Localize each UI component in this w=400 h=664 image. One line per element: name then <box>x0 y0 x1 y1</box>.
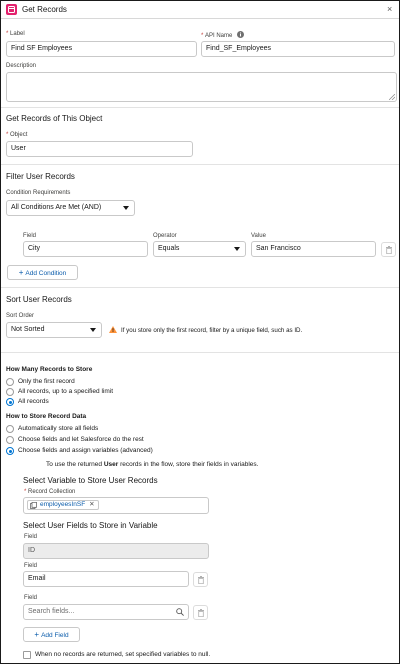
radio-auto-store[interactable] <box>6 425 14 433</box>
radio-assign-variables-label: Choose fields and assign variables (adva… <box>18 447 153 454</box>
object-input[interactable]: User <box>6 141 193 157</box>
store-how-title: How to Store Record Data <box>6 413 87 420</box>
collection-icon <box>30 502 37 509</box>
condition-requirements-select[interactable]: All Conditions Are Met (AND) <box>6 200 135 216</box>
panel-header: Get Records × <box>1 1 399 19</box>
section-divider <box>1 107 399 108</box>
radio-all-records[interactable] <box>6 398 14 406</box>
plus-icon: + <box>34 630 40 639</box>
chevron-down-icon <box>90 328 96 332</box>
close-icon[interactable]: × <box>387 4 392 14</box>
condition-field-input[interactable]: City <box>23 241 148 257</box>
trash-icon <box>198 576 204 584</box>
object-label: * Object <box>6 132 28 138</box>
delete-field-button[interactable] <box>193 572 208 587</box>
field-email-input[interactable]: Email <box>23 571 189 587</box>
condition-requirements-label: Condition Requirements <box>6 190 71 196</box>
record-collection-label: * Record Collection <box>24 489 76 495</box>
operator-column-label: Operator <box>153 233 177 239</box>
field-column-label: Field <box>23 233 37 239</box>
radio-records-limit-label: All records, up to a specified limit <box>18 388 114 395</box>
object-section-title: Get Records of This Object <box>6 114 103 123</box>
radio-all-records-label: All records <box>18 398 49 405</box>
label-input[interactable]: Find SF Employees <box>6 41 197 57</box>
null-variables-label: When no records are returned, set specif… <box>35 651 211 658</box>
variable-section-title: Select Variable to Store User Records <box>23 476 158 485</box>
sort-section-title: Sort User Records <box>6 295 72 304</box>
api-name-label: * API Name <box>201 31 245 39</box>
radio-choose-fields[interactable] <box>6 436 14 444</box>
info-icon <box>237 31 245 38</box>
field-label-2: Field <box>24 563 38 569</box>
section-divider <box>1 352 399 353</box>
trash-icon <box>386 246 392 254</box>
sort-warning-text: If you store only the first record, filt… <box>121 327 303 334</box>
radio-auto-store-label: Automatically store all fields <box>18 425 99 432</box>
field-label-3: Field <box>24 595 38 601</box>
radio-first-record[interactable] <box>6 378 14 386</box>
store-hint-text: To use the returned User records in the … <box>46 461 259 468</box>
delete-condition-button[interactable] <box>381 242 396 257</box>
get-records-panel: Get Records × * Label Find SF Employees … <box>0 0 400 664</box>
warning-icon <box>109 326 117 333</box>
condition-operator-select[interactable]: Equals <box>153 241 246 257</box>
null-variables-checkbox[interactable] <box>23 651 31 659</box>
fields-section-title: Select User Fields to Store in Variable <box>23 521 158 530</box>
value-column-label: Value <box>251 233 266 239</box>
section-divider <box>1 164 399 165</box>
condition-value-input[interactable]: San Francisco <box>251 241 376 257</box>
chevron-down-icon <box>123 206 129 210</box>
field-id-input: ID <box>23 543 209 559</box>
field-label-1: Field <box>24 534 38 540</box>
resize-grip-icon[interactable] <box>389 94 395 100</box>
description-label: Description <box>6 63 37 69</box>
record-collection-pill: employeesInSF ✕ <box>27 500 99 510</box>
trash-icon <box>198 609 204 617</box>
search-fields-input[interactable]: Search fields... <box>23 604 189 620</box>
panel-title: Get Records <box>22 5 67 14</box>
record-collection-input[interactable]: employeesInSF ✕ <box>23 497 209 514</box>
radio-records-limit[interactable] <box>6 388 14 396</box>
section-divider <box>1 287 399 288</box>
description-textarea[interactable] <box>6 72 397 102</box>
add-field-button[interactable]: + Add Field <box>23 627 80 642</box>
radio-assign-variables[interactable] <box>6 447 14 455</box>
chevron-down-icon <box>234 247 240 251</box>
search-icon <box>176 608 184 616</box>
label-field-label: * Label <box>6 31 25 37</box>
plus-icon: + <box>18 268 24 277</box>
api-name-input[interactable]: Find_SF_Employees <box>201 41 395 57</box>
remove-pill-icon[interactable]: ✕ <box>89 501 94 508</box>
sort-order-label: Sort Order <box>6 313 35 319</box>
radio-choose-fields-label: Choose fields and let Salesforce do the … <box>18 436 144 443</box>
filter-section-title: Filter User Records <box>6 172 75 181</box>
delete-search-field-button[interactable] <box>193 605 208 620</box>
radio-first-record-label: Only the first record <box>18 378 75 385</box>
add-condition-button[interactable]: + Add Condition <box>7 265 78 280</box>
sort-order-select[interactable]: Not Sorted <box>6 322 102 338</box>
store-count-title: How Many Records to Store <box>6 366 93 373</box>
get-records-icon <box>6 4 17 15</box>
